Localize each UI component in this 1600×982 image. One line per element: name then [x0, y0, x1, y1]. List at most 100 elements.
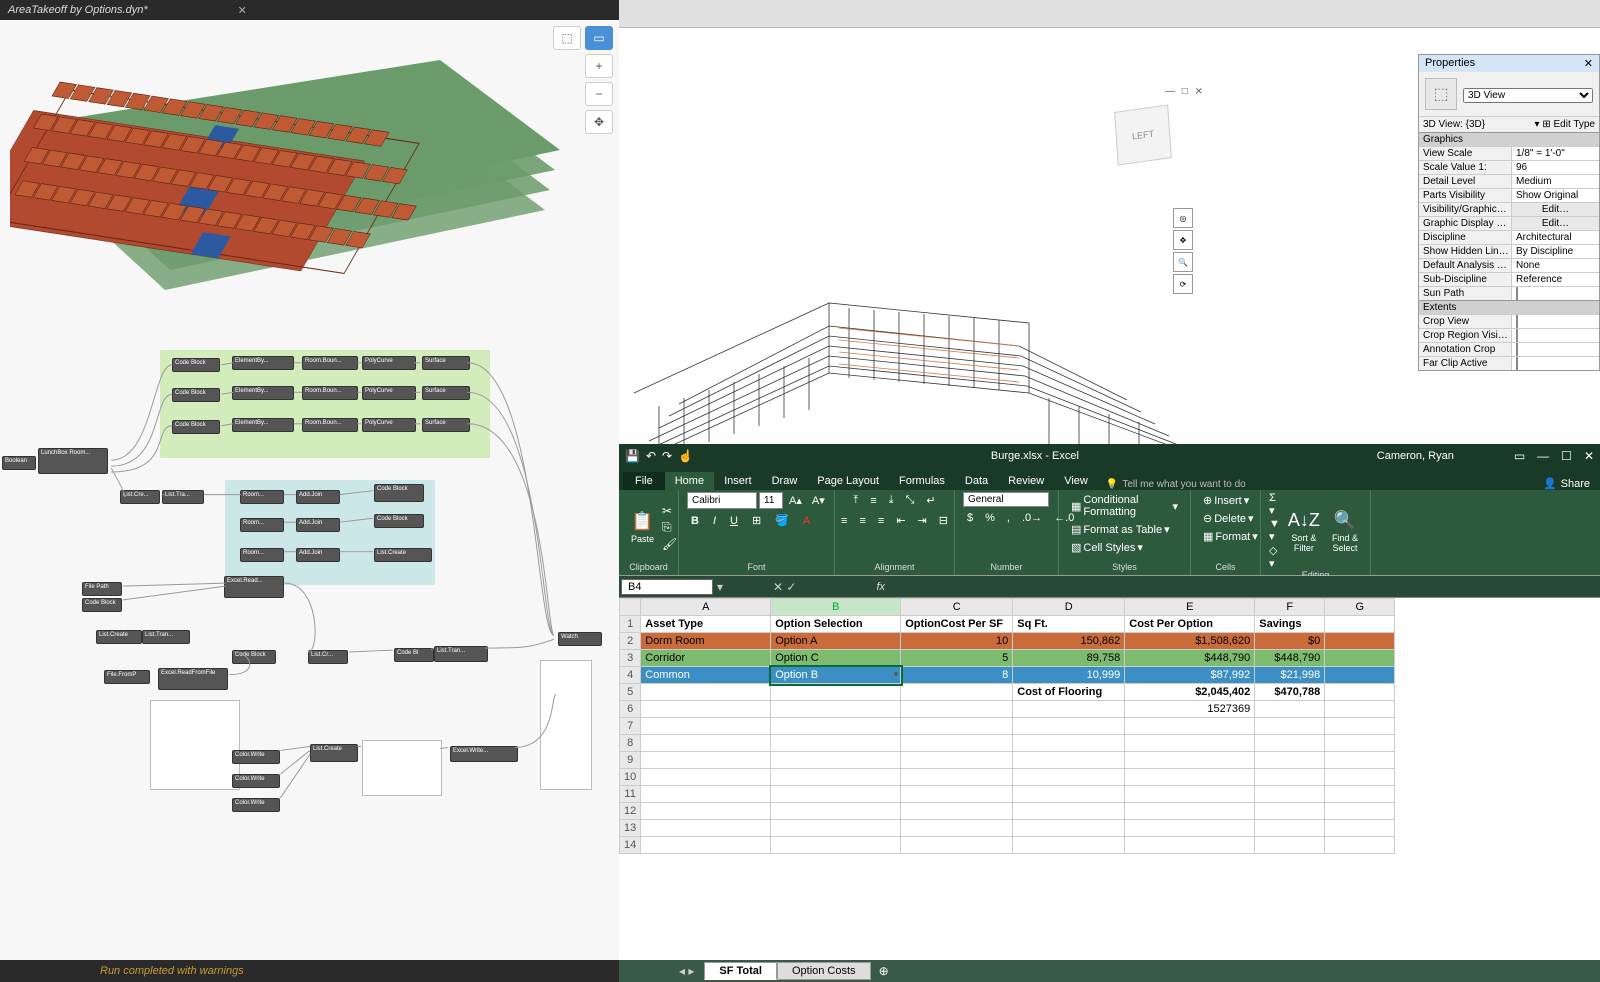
cell[interactable]: $87,992	[1125, 667, 1255, 684]
cell[interactable]	[901, 769, 1013, 786]
prop-row[interactable]: View Scale1/8" = 1'-0"	[1419, 146, 1599, 160]
dynamo-canvas[interactable]: ⬚ ▭ + − ✥	[0, 20, 619, 960]
cell[interactable]	[1013, 769, 1125, 786]
cell[interactable]	[1255, 735, 1325, 752]
zoom-icon[interactable]: 🔍	[1173, 252, 1193, 272]
cell[interactable]	[771, 684, 901, 701]
cell[interactable]	[1255, 752, 1325, 769]
cell[interactable]	[1255, 837, 1325, 854]
cell[interactable]	[771, 718, 901, 735]
percent-icon[interactable]: %	[981, 510, 999, 526]
cell[interactable]	[771, 735, 901, 752]
cell[interactable]	[1325, 633, 1395, 650]
increase-decimal-icon[interactable]: .0→	[1018, 510, 1046, 526]
excel-user[interactable]: Cameron, Ryan	[1377, 450, 1454, 462]
align-right-icon[interactable]: ≡	[874, 512, 888, 529]
cell[interactable]	[1013, 803, 1125, 820]
pan-icon[interactable]: ✥	[585, 110, 613, 134]
cell[interactable]: $21,998	[1255, 667, 1325, 684]
cell[interactable]	[641, 752, 771, 769]
cell[interactable]	[771, 769, 901, 786]
excel-grid[interactable]: ABCDEFG1Asset TypeOption SelectionOption…	[619, 598, 1600, 960]
italic-button[interactable]: I	[709, 512, 720, 529]
add-sheet-icon[interactable]: ⊕	[871, 964, 897, 978]
cell[interactable]: OptionCost Per SF	[901, 616, 1013, 633]
cell[interactable]: 5	[901, 650, 1013, 667]
ribbon-tab-insert[interactable]: Insert	[714, 472, 762, 490]
cell[interactable]	[1325, 718, 1395, 735]
number-format-input[interactable]	[963, 492, 1049, 507]
prop-row[interactable]: Crop View	[1419, 314, 1599, 328]
cell[interactable]: Dorm Room	[641, 633, 771, 650]
cell[interactable]	[1013, 718, 1125, 735]
pan-icon[interactable]: ✥	[1173, 230, 1193, 250]
cell[interactable]	[1325, 684, 1395, 701]
decrease-font-icon[interactable]: A▾	[808, 492, 829, 509]
comma-icon[interactable]: ,	[1003, 510, 1014, 526]
edit-type-button[interactable]: Edit Type	[1553, 119, 1595, 130]
ribbon-tab-view[interactable]: View	[1054, 472, 1098, 490]
zoom-in-icon[interactable]: +	[585, 54, 613, 78]
ribbon-tab-page-layout[interactable]: Page Layout	[807, 472, 889, 490]
bold-button[interactable]: B	[687, 512, 703, 529]
ribbon-tab-file[interactable]: File	[623, 472, 665, 490]
steering-wheel-icon[interactable]: ◎	[1173, 208, 1193, 228]
prop-row[interactable]: Parts VisibilityShow Original	[1419, 188, 1599, 202]
cell[interactable]	[1325, 803, 1395, 820]
cell[interactable]	[641, 735, 771, 752]
name-box[interactable]	[621, 579, 713, 595]
save-icon[interactable]: 💾	[625, 449, 640, 463]
prop-row[interactable]: Sub-DisciplineReference	[1419, 272, 1599, 286]
clear-icon[interactable]: ◇ ▾	[1269, 544, 1280, 570]
align-middle-icon[interactable]: ≡	[866, 492, 880, 509]
cell[interactable]	[1013, 701, 1125, 718]
zoom-out-icon[interactable]: −	[585, 82, 613, 106]
merge-icon[interactable]: ⊟	[935, 512, 952, 529]
cell[interactable]	[1325, 769, 1395, 786]
cell[interactable]	[901, 735, 1013, 752]
cell[interactable]: 1527369	[1125, 701, 1255, 718]
align-top-icon[interactable]: ⤒	[849, 492, 862, 509]
cell[interactable]	[641, 837, 771, 854]
cell[interactable]: $448,790	[1255, 650, 1325, 667]
cell[interactable]: Corridor	[641, 650, 771, 667]
cell[interactable]	[771, 803, 901, 820]
cell[interactable]	[1013, 837, 1125, 854]
cell[interactable]	[771, 837, 901, 854]
cell[interactable]	[1325, 735, 1395, 752]
prop-row[interactable]: Far Clip Active	[1419, 356, 1599, 370]
indent-increase-icon[interactable]: ⇥	[914, 512, 931, 529]
cell[interactable]: 10,999	[1013, 667, 1125, 684]
cell[interactable]	[1325, 837, 1395, 854]
cell[interactable]: 150,862	[1013, 633, 1125, 650]
align-bottom-icon[interactable]: ⤓	[885, 492, 898, 509]
font-size-input[interactable]	[759, 492, 783, 509]
close-icon[interactable]: ✕	[238, 4, 247, 17]
insert-cells-button[interactable]: ⊕ Insert ▾	[1199, 492, 1253, 509]
wrap-text-icon[interactable]: ↵	[922, 492, 939, 509]
cell[interactable]: Option Selection	[771, 616, 901, 633]
delete-cells-button[interactable]: ⊖ Delete ▾	[1199, 510, 1258, 527]
cell[interactable]: Option B	[771, 667, 901, 684]
cell[interactable]	[1325, 820, 1395, 837]
revit-nav-bar[interactable]: ◎ ✥ 🔍 ⟳	[1173, 208, 1195, 296]
find-select-button[interactable]: 🔍Find & Select	[1328, 508, 1362, 555]
cell[interactable]	[1325, 616, 1395, 633]
cell[interactable]	[1125, 820, 1255, 837]
cell[interactable]	[1125, 786, 1255, 803]
cell-styles-button[interactable]: ▧ Cell Styles ▾	[1067, 539, 1147, 556]
view-name[interactable]: 3D View: {3D}	[1423, 119, 1485, 130]
view-cube[interactable]: LEFT	[1114, 104, 1172, 165]
cell[interactable]: $2,045,402	[1125, 684, 1255, 701]
prop-row[interactable]: Crop Region Visi…	[1419, 328, 1599, 342]
share-button[interactable]: 👤 Share	[1543, 477, 1590, 490]
ribbon-tab-review[interactable]: Review	[998, 472, 1054, 490]
format-painter-icon[interactable]: 🖌	[662, 537, 677, 551]
close-icon[interactable]: ✕	[1584, 57, 1593, 70]
cell[interactable]	[901, 752, 1013, 769]
cell[interactable]	[641, 684, 771, 701]
touch-icon[interactable]: ☝	[678, 449, 693, 463]
cell[interactable]	[1013, 735, 1125, 752]
cell[interactable]	[901, 786, 1013, 803]
properties-panel[interactable]: Properties✕ ⬚ 3D View 3D View: {3D} ▾ ⊞ …	[1418, 54, 1600, 371]
